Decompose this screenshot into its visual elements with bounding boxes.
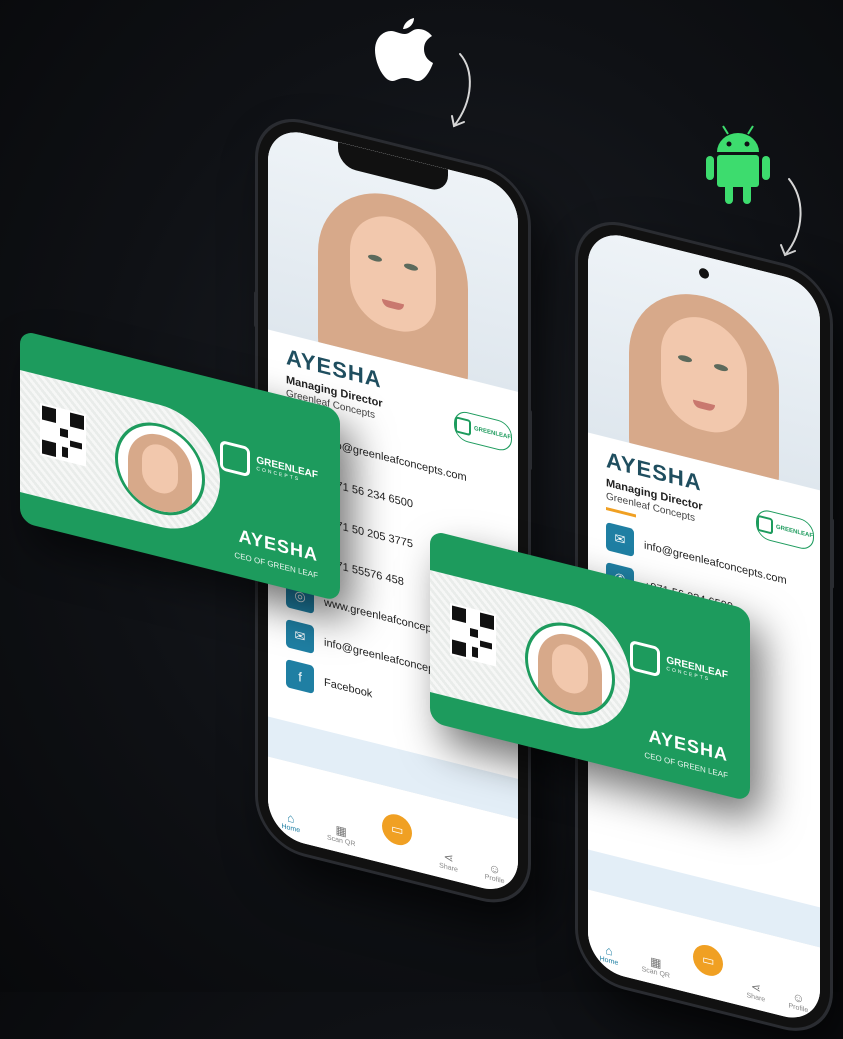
tab-home[interactable]: ⌂ Home xyxy=(281,809,300,834)
center-action-button[interactable]: ▭ xyxy=(693,941,724,980)
tab-share[interactable]: ⋖ Share xyxy=(747,978,766,1004)
greenleaf-logo-icon xyxy=(630,639,661,678)
tab-home[interactable]: ⌂ Home xyxy=(600,941,619,967)
greenleaf-logo-icon xyxy=(220,439,251,478)
power-button xyxy=(528,409,532,471)
qr-code-icon xyxy=(450,602,496,667)
facebook-icon: f xyxy=(286,658,314,694)
power-button xyxy=(830,517,834,589)
android-icon xyxy=(706,125,770,204)
tab-share[interactable]: ⋖ Share xyxy=(439,848,458,874)
bottom-tab-bar: ⌂ Home ▦ Scan QR ▭ ⋖ Share ☺ Profile xyxy=(588,849,820,1026)
bottom-tab-bar: ⌂ Home ▦ Scan QR ▭ ⋖ Share ☺ Profile xyxy=(268,716,518,897)
card-icon: ▭ xyxy=(391,820,404,839)
card-brand-logo: GREENLEAF CONCEPTS xyxy=(220,439,318,494)
tab-scan-qr[interactable]: ▦ Scan QR xyxy=(327,820,355,848)
tab-scan-qr[interactable]: ▦ Scan QR xyxy=(642,952,670,980)
volume-button xyxy=(254,291,258,328)
mail-icon: ✉ xyxy=(606,521,634,557)
qr-code-icon xyxy=(40,402,86,467)
tab-profile[interactable]: ☺ Profile xyxy=(485,860,505,885)
tab-profile[interactable]: ☺ Profile xyxy=(788,988,808,1014)
card-brand-logo: GREENLEAF CONCEPTS xyxy=(630,639,728,694)
center-action-button[interactable]: ▭ xyxy=(382,810,413,849)
apple-icon xyxy=(375,18,433,81)
curved-arrow-icon xyxy=(780,178,802,257)
card-icon: ▭ xyxy=(702,950,715,970)
curved-arrow-icon xyxy=(451,53,471,128)
mail-icon: ✉ xyxy=(286,618,314,654)
